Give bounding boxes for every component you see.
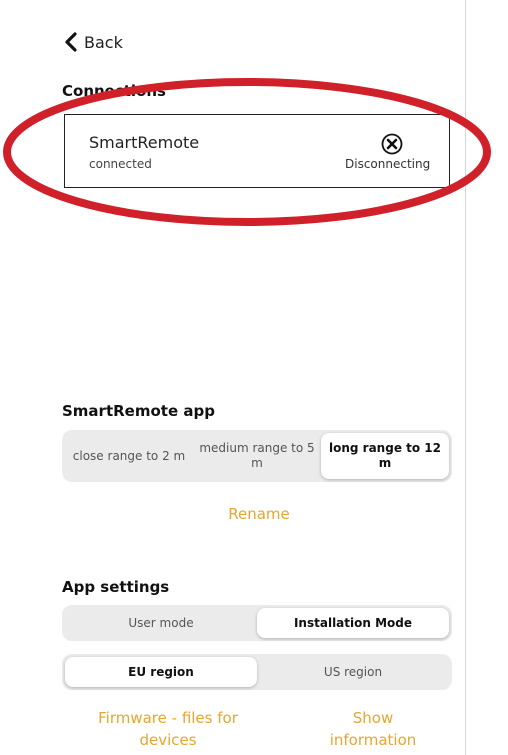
range-option-medium[interactable]: medium range to 5 m [193,433,321,479]
firmware-files-link[interactable]: Firmware - files for devices [88,707,248,751]
region-option-us[interactable]: US region [257,657,449,687]
show-information-link[interactable]: Show information [318,707,428,751]
rename-link[interactable]: Rename [184,503,334,525]
device-name: SmartRemote [89,133,200,152]
connection-card[interactable]: SmartRemote connected Disconnecting [64,114,450,188]
panel-divider [465,0,466,755]
disconnect-button[interactable] [381,133,403,155]
smartremote-app-heading: SmartRemote app [62,402,215,420]
app-settings-heading: App settings [62,578,170,596]
mode-option-user[interactable]: User mode [65,608,257,638]
disconnect-label: Disconnecting [345,157,431,171]
mode-selector: User mode Installation Mode [62,605,452,641]
range-option-close[interactable]: close range to 2 m [65,433,193,479]
back-button[interactable]: Back [64,29,123,55]
chevron-left-icon [65,32,77,52]
range-selector: close range to 2 m medium range to 5 m l… [62,430,452,482]
region-option-eu[interactable]: EU region [65,657,257,687]
region-selector: EU region US region [62,654,452,690]
back-label: Back [84,32,123,52]
connections-heading: Connections [62,82,166,100]
device-status: connected [89,157,152,171]
mode-option-installation[interactable]: Installation Mode [257,608,449,638]
range-option-long[interactable]: long range to 12 m [321,433,449,479]
close-circle-icon [381,133,403,155]
